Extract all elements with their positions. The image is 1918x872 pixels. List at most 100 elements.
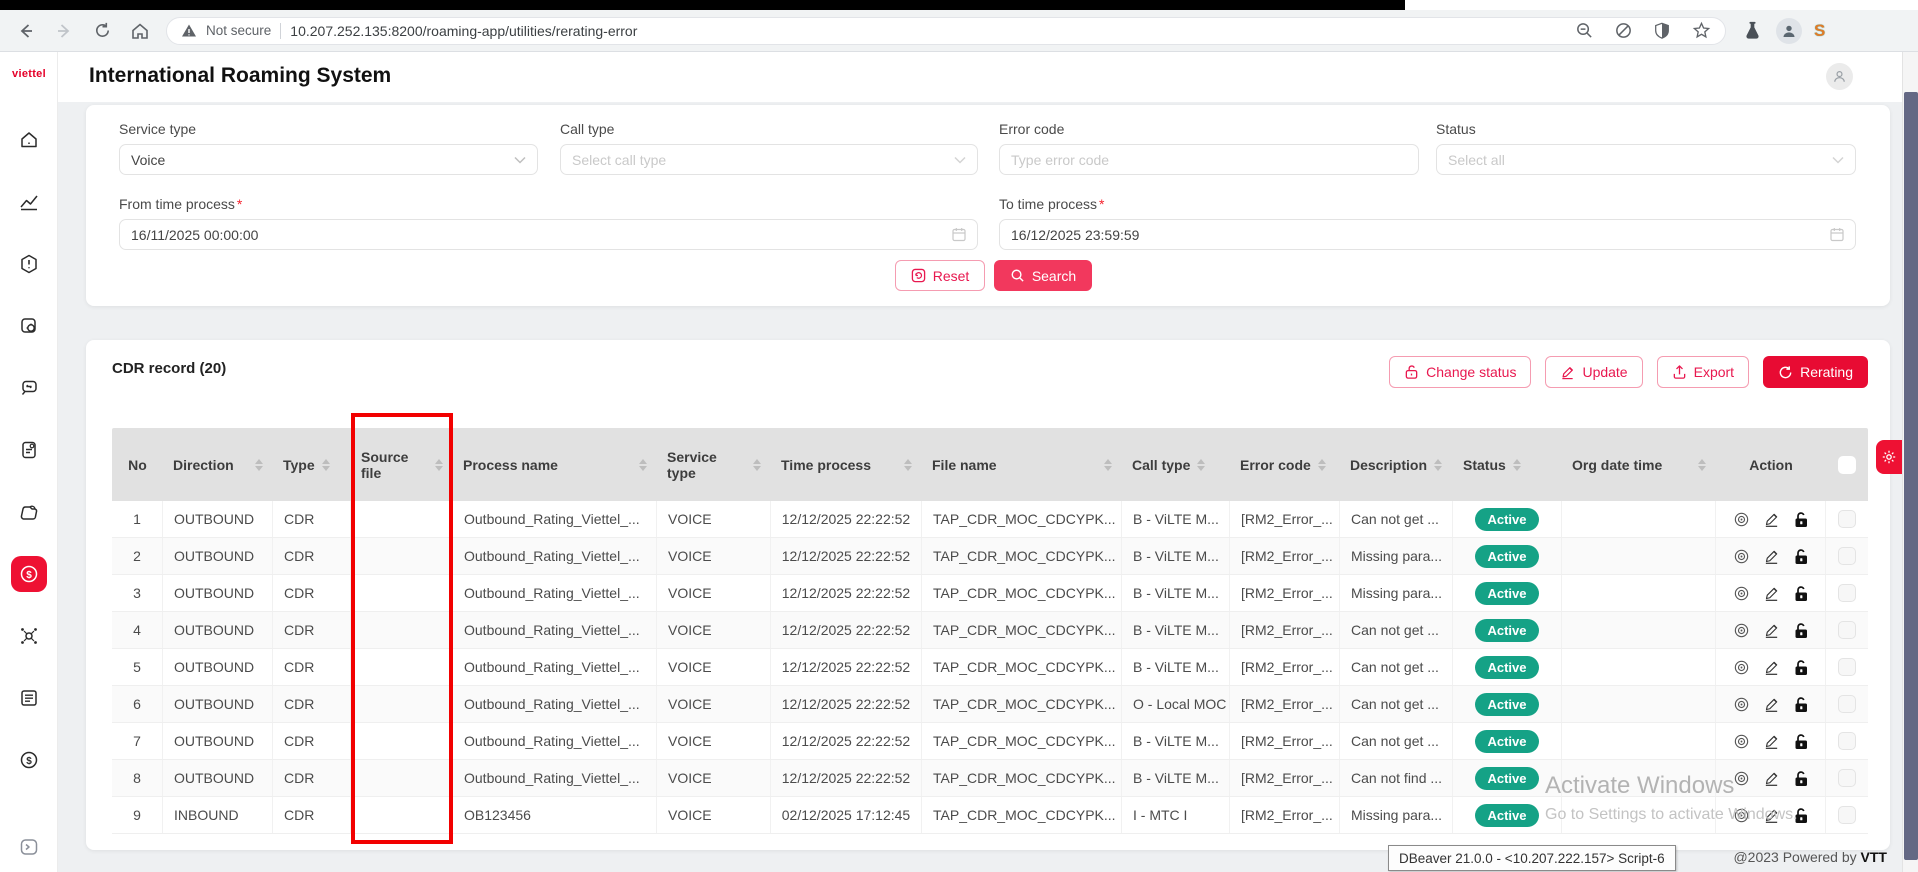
sort-icon[interactable]	[1197, 459, 1205, 471]
lock-icon[interactable]	[1793, 696, 1809, 713]
edit-icon[interactable]	[1763, 696, 1780, 713]
service-type-select[interactable]: Voice	[119, 144, 538, 175]
column-header-type[interactable]: Type	[273, 428, 351, 501]
row-checkbox[interactable]	[1838, 658, 1856, 676]
column-header-description[interactable]: Description	[1340, 428, 1453, 501]
column-header-direction[interactable]: Direction	[163, 428, 273, 501]
row-checkbox[interactable]	[1838, 547, 1856, 565]
view-icon[interactable]	[1733, 511, 1750, 528]
bookmark-star-icon[interactable]	[1691, 21, 1711, 41]
column-header-source-file[interactable]: Source file	[351, 428, 453, 501]
row-checkbox[interactable]	[1838, 584, 1856, 602]
sort-icon[interactable]	[255, 459, 263, 471]
lock-icon[interactable]	[1793, 585, 1809, 602]
view-icon[interactable]	[1733, 585, 1750, 602]
edit-icon[interactable]	[1763, 770, 1780, 787]
sort-icon[interactable]	[904, 459, 912, 471]
column-header-file-name[interactable]: File name	[922, 428, 1122, 501]
sort-icon[interactable]	[1318, 459, 1326, 471]
edit-icon[interactable]	[1763, 807, 1780, 824]
sort-icon[interactable]	[1698, 459, 1706, 471]
sort-icon[interactable]	[322, 459, 330, 471]
sidebar-item-console[interactable]	[0, 836, 58, 858]
sidebar-item-home[interactable]	[11, 122, 47, 158]
lock-icon[interactable]	[1793, 548, 1809, 565]
column-header-org-date-time[interactable]: Org date time	[1562, 428, 1716, 501]
lock-icon[interactable]	[1793, 770, 1809, 787]
lock-icon[interactable]	[1793, 622, 1809, 639]
row-checkbox[interactable]	[1838, 732, 1856, 750]
sidebar-item-reports[interactable]	[11, 184, 47, 220]
change-status-button[interactable]: Change status	[1389, 356, 1531, 388]
sort-icon[interactable]	[639, 459, 647, 471]
rerating-button[interactable]: Rerating	[1763, 356, 1868, 388]
row-checkbox[interactable]	[1838, 510, 1856, 528]
scrollbar-thumb[interactable]	[1904, 92, 1918, 860]
column-header-call-type[interactable]: Call type	[1122, 428, 1230, 501]
extension-flask-icon[interactable]	[1740, 19, 1764, 43]
view-icon[interactable]	[1733, 807, 1750, 824]
sidebar-item-messages[interactable]	[11, 370, 47, 406]
browser-profile-avatar[interactable]	[1776, 18, 1802, 44]
shield-icon[interactable]	[1652, 21, 1672, 41]
row-checkbox[interactable]	[1838, 621, 1856, 639]
sidebar-item-documents[interactable]	[11, 432, 47, 468]
settings-float-button[interactable]	[1876, 440, 1902, 474]
view-icon[interactable]	[1733, 696, 1750, 713]
sidebar-item-files[interactable]	[11, 494, 47, 530]
home-nav-icon[interactable]	[128, 19, 152, 43]
view-icon[interactable]	[1733, 733, 1750, 750]
edit-icon[interactable]	[1763, 659, 1780, 676]
edit-icon[interactable]	[1763, 511, 1780, 528]
sidebar-item-alerts[interactable]	[11, 246, 47, 282]
view-icon[interactable]	[1733, 659, 1750, 676]
column-header-process-name[interactable]: Process name	[453, 428, 657, 501]
sidebar-item-network[interactable]	[11, 618, 47, 654]
select-all-checkbox[interactable]	[1838, 456, 1856, 474]
status-select[interactable]: Select all	[1436, 144, 1856, 175]
sort-icon[interactable]	[753, 459, 761, 471]
edit-icon[interactable]	[1763, 585, 1780, 602]
update-button[interactable]: Update	[1545, 356, 1642, 388]
column-header-status[interactable]: Status	[1453, 428, 1562, 501]
column-header-time-process[interactable]: Time process	[771, 428, 922, 501]
view-icon[interactable]	[1733, 770, 1750, 787]
search-button[interactable]: Search	[994, 260, 1092, 291]
sort-icon[interactable]	[435, 459, 443, 471]
lock-icon[interactable]	[1793, 659, 1809, 676]
sidebar-item-billing-active[interactable]: $	[11, 556, 47, 592]
sidebar-item-automation[interactable]	[11, 308, 47, 344]
row-checkbox[interactable]	[1838, 769, 1856, 787]
reload-icon[interactable]	[90, 19, 114, 43]
sidebar-item-revenue[interactable]: $	[11, 742, 47, 778]
sort-icon[interactable]	[1513, 459, 1521, 471]
zoom-out-icon[interactable]	[1574, 21, 1594, 41]
user-avatar[interactable]	[1826, 63, 1853, 90]
content-blocked-icon[interactable]	[1613, 21, 1633, 41]
sort-icon[interactable]	[1104, 459, 1112, 471]
call-type-select[interactable]: Select call type	[560, 144, 978, 175]
lock-icon[interactable]	[1793, 733, 1809, 750]
view-icon[interactable]	[1733, 548, 1750, 565]
error-code-input[interactable]: Type error code	[999, 144, 1419, 175]
row-checkbox[interactable]	[1838, 695, 1856, 713]
column-header-service-type[interactable]: Service type	[657, 428, 771, 501]
edit-icon[interactable]	[1763, 548, 1780, 565]
extension-s-icon[interactable]: S	[1814, 21, 1825, 41]
view-icon[interactable]	[1733, 622, 1750, 639]
sort-icon[interactable]	[1434, 459, 1442, 471]
back-icon[interactable]	[14, 19, 38, 43]
forward-icon[interactable]	[52, 19, 76, 43]
export-button[interactable]: Export	[1657, 356, 1749, 388]
sidebar-item-logs[interactable]	[11, 680, 47, 716]
address-bar[interactable]: Not secure 10.207.252.135:8200/roaming-a…	[166, 17, 1726, 45]
to-time-input[interactable]: 16/12/2025 23:59:59	[999, 219, 1856, 250]
edit-icon[interactable]	[1763, 622, 1780, 639]
edit-icon[interactable]	[1763, 733, 1780, 750]
lock-icon[interactable]	[1793, 511, 1809, 528]
lock-icon[interactable]	[1793, 807, 1809, 824]
column-header-error-code[interactable]: Error code	[1230, 428, 1340, 501]
from-time-input[interactable]: 16/11/2025 00:00:00	[119, 219, 978, 250]
row-checkbox[interactable]	[1838, 806, 1856, 824]
reset-button[interactable]: Reset	[895, 260, 985, 291]
